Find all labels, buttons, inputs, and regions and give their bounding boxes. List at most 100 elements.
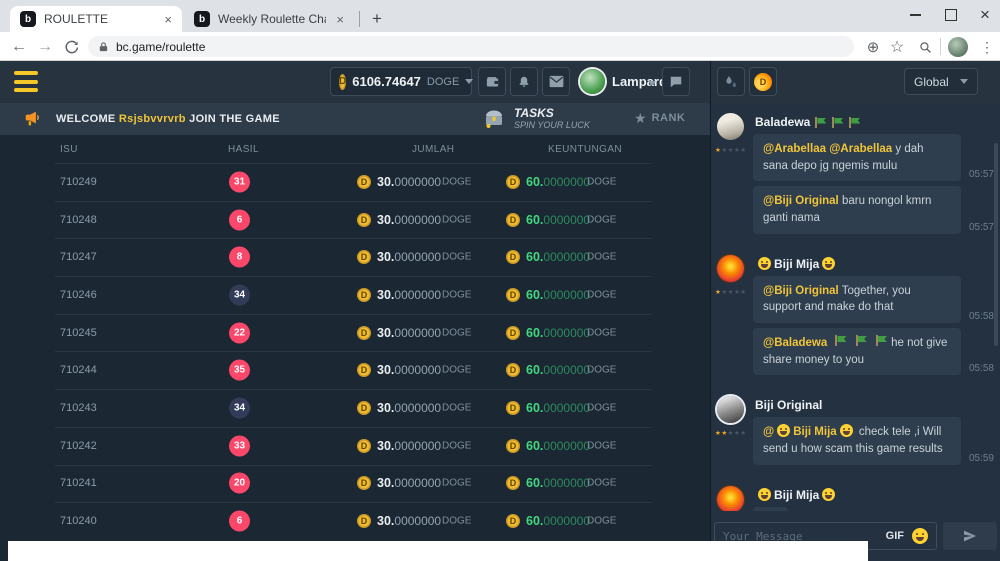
new-tab-button[interactable] [366, 8, 388, 30]
speech-bubble-icon [669, 75, 683, 89]
wallet-button[interactable] [478, 67, 506, 96]
table-row[interactable]: 710241 20 30.0000000 DOGE 60.0000000 DOG… [0, 465, 710, 503]
messages-button[interactable] [542, 67, 570, 96]
doge-coin-icon [506, 476, 520, 490]
hamburger-menu-icon[interactable] [14, 71, 38, 92]
column-header-jumlah: JUMLAH [412, 144, 454, 155]
avatar[interactable] [717, 113, 744, 140]
welcome-player-name: Rsjsbvvrvrb [119, 113, 186, 125]
table-row[interactable]: 710243 34 30.0000000 DOGE 60.0000000 DOG… [0, 389, 710, 427]
user-name[interactable]: Lampard [612, 74, 667, 89]
table-row[interactable]: 710247 8 30.0000000 DOGE 60.0000000 DOGE [0, 238, 710, 276]
profit-amount: 60.0000000 [526, 326, 590, 340]
green-flag-icon [875, 335, 888, 346]
bet-currency: DOGE [442, 440, 471, 451]
round-id: 710248 [60, 214, 97, 226]
window-minimize-button[interactable] [898, 0, 932, 30]
browser-tab-weekly-challenge[interactable]: Weekly Roulette Challenge - Win [184, 6, 354, 32]
profit-amount: 60.0000000 [526, 288, 590, 302]
rank-shortcut[interactable]: RANK [634, 111, 685, 125]
user-avatar[interactable] [580, 69, 605, 94]
result-badge: 20 [229, 473, 250, 494]
doge-coin-icon [506, 326, 520, 340]
profit-amount: 60.0000000 [526, 213, 590, 227]
user-mention[interactable]: @Biji Original [763, 195, 839, 207]
profit-amount: 60.0000000 [526, 175, 590, 189]
chat-bubble: @Biji Mija check tele ,i Will send u how… [753, 417, 961, 464]
chevron-down-icon[interactable] [648, 81, 656, 86]
column-header-hasil: HASIL [228, 144, 259, 155]
chat-scrollbar-thumb[interactable] [994, 143, 998, 346]
table-row[interactable]: 710244 35 30.0000000 DOGE 60.0000000 DOG… [0, 351, 710, 389]
user-mention[interactable]: @Arabellaa [763, 143, 826, 155]
bet-currency: DOGE [442, 289, 471, 300]
doge-coin-icon [357, 175, 371, 189]
profit-currency: DOGE [587, 289, 616, 300]
user-mention[interactable]: @Arabellaa [829, 143, 892, 155]
zoom-plus-icon[interactable] [862, 36, 884, 58]
avatar[interactable] [717, 255, 744, 282]
coin-rain-button[interactable] [717, 67, 745, 96]
table-row[interactable]: 710242 33 30.0000000 DOGE 60.0000000 DOG… [0, 427, 710, 465]
result-badge: 31 [229, 171, 250, 192]
chat-toggle-button[interactable] [662, 67, 690, 96]
bcgame-favicon-icon [20, 11, 36, 27]
bookmark-star-icon[interactable] [886, 36, 908, 58]
chat-topbar: Global [711, 61, 1000, 103]
round-id: 710243 [60, 402, 97, 414]
window-maximize-button[interactable] [934, 0, 968, 30]
doge-coin-icon [357, 326, 371, 340]
wallet-icon [485, 74, 500, 89]
tasks-shortcut[interactable]: TASKS SPIN YOUR LUCK [482, 106, 590, 130]
doge-coin-icon [357, 363, 371, 377]
back-button[interactable] [8, 36, 30, 58]
table-row[interactable]: 710245 22 30.0000000 DOGE 60.0000000 DOG… [0, 314, 710, 352]
table-row[interactable]: 710249 31 30.0000000 DOGE 60.0000000 DOG… [0, 163, 710, 201]
emoji-picker-icon[interactable] [912, 528, 928, 544]
address-bar[interactable]: bc.game/roulette [88, 36, 854, 57]
chat-username[interactable]: Baladewa [755, 115, 810, 129]
chat-username[interactable]: Biji Original [755, 398, 822, 412]
chat-room-select[interactable]: Global [904, 68, 978, 95]
green-flag-icon [834, 335, 847, 346]
timestamp: 05:59 [969, 453, 994, 465]
table-row[interactable]: 710248 6 30.0000000 DOGE 60.0000000 DOGE [0, 201, 710, 239]
star-icon [634, 111, 647, 125]
table-row[interactable]: 710246 34 30.0000000 DOGE 60.0000000 DOG… [0, 276, 710, 314]
balance-selector[interactable]: 6106.74647 DOGE [330, 67, 472, 96]
chat-sidebar: Global ★★★★★ Baladewa [710, 61, 1000, 561]
bonus-coin-button[interactable] [749, 67, 777, 96]
reload-button[interactable] [60, 36, 82, 58]
user-mention[interactable]: @Baladewa [763, 337, 827, 349]
browser-profile-avatar[interactable] [948, 37, 968, 57]
avatar[interactable] [717, 486, 744, 511]
doge-coin-icon [357, 288, 371, 302]
notifications-button[interactable] [510, 67, 538, 96]
round-id: 710247 [60, 251, 97, 263]
chat-message: @Biji Mija check tele ,i Will send u how… [753, 417, 994, 464]
send-button[interactable] [943, 522, 997, 550]
window-close-button[interactable] [968, 0, 1000, 30]
bet-amount: 30.0000000 [377, 213, 441, 227]
timestamp: 05:57 [969, 169, 994, 181]
chat-username[interactable]: Biji Mija [774, 257, 819, 271]
profit-amount: 60.0000000 [526, 476, 590, 490]
tab-close-icon[interactable] [164, 13, 172, 26]
browser-tab-roulette[interactable]: ROULETTE [10, 6, 182, 32]
forward-button[interactable] [34, 36, 56, 58]
result-badge: 22 [229, 322, 250, 343]
search-extension-icon[interactable] [914, 36, 936, 58]
gif-button[interactable]: GIF [886, 530, 904, 542]
toolbar-divider [940, 38, 941, 55]
browser-menu-icon[interactable] [976, 36, 998, 58]
result-badge: 34 [229, 397, 250, 418]
tab-close-icon[interactable] [336, 13, 344, 26]
coin-drops-icon [723, 74, 739, 90]
user-mention[interactable]: @Biji Mija [763, 426, 856, 438]
user-mention[interactable]: @Biji Original [763, 285, 839, 297]
table-row[interactable]: 710240 6 30.0000000 DOGE 60.0000000 DOGE [0, 502, 710, 540]
round-id: 710241 [60, 477, 97, 489]
profit-amount: 60.0000000 [526, 250, 590, 264]
chat-username[interactable]: Biji Mija [774, 488, 819, 502]
avatar[interactable] [717, 396, 744, 423]
